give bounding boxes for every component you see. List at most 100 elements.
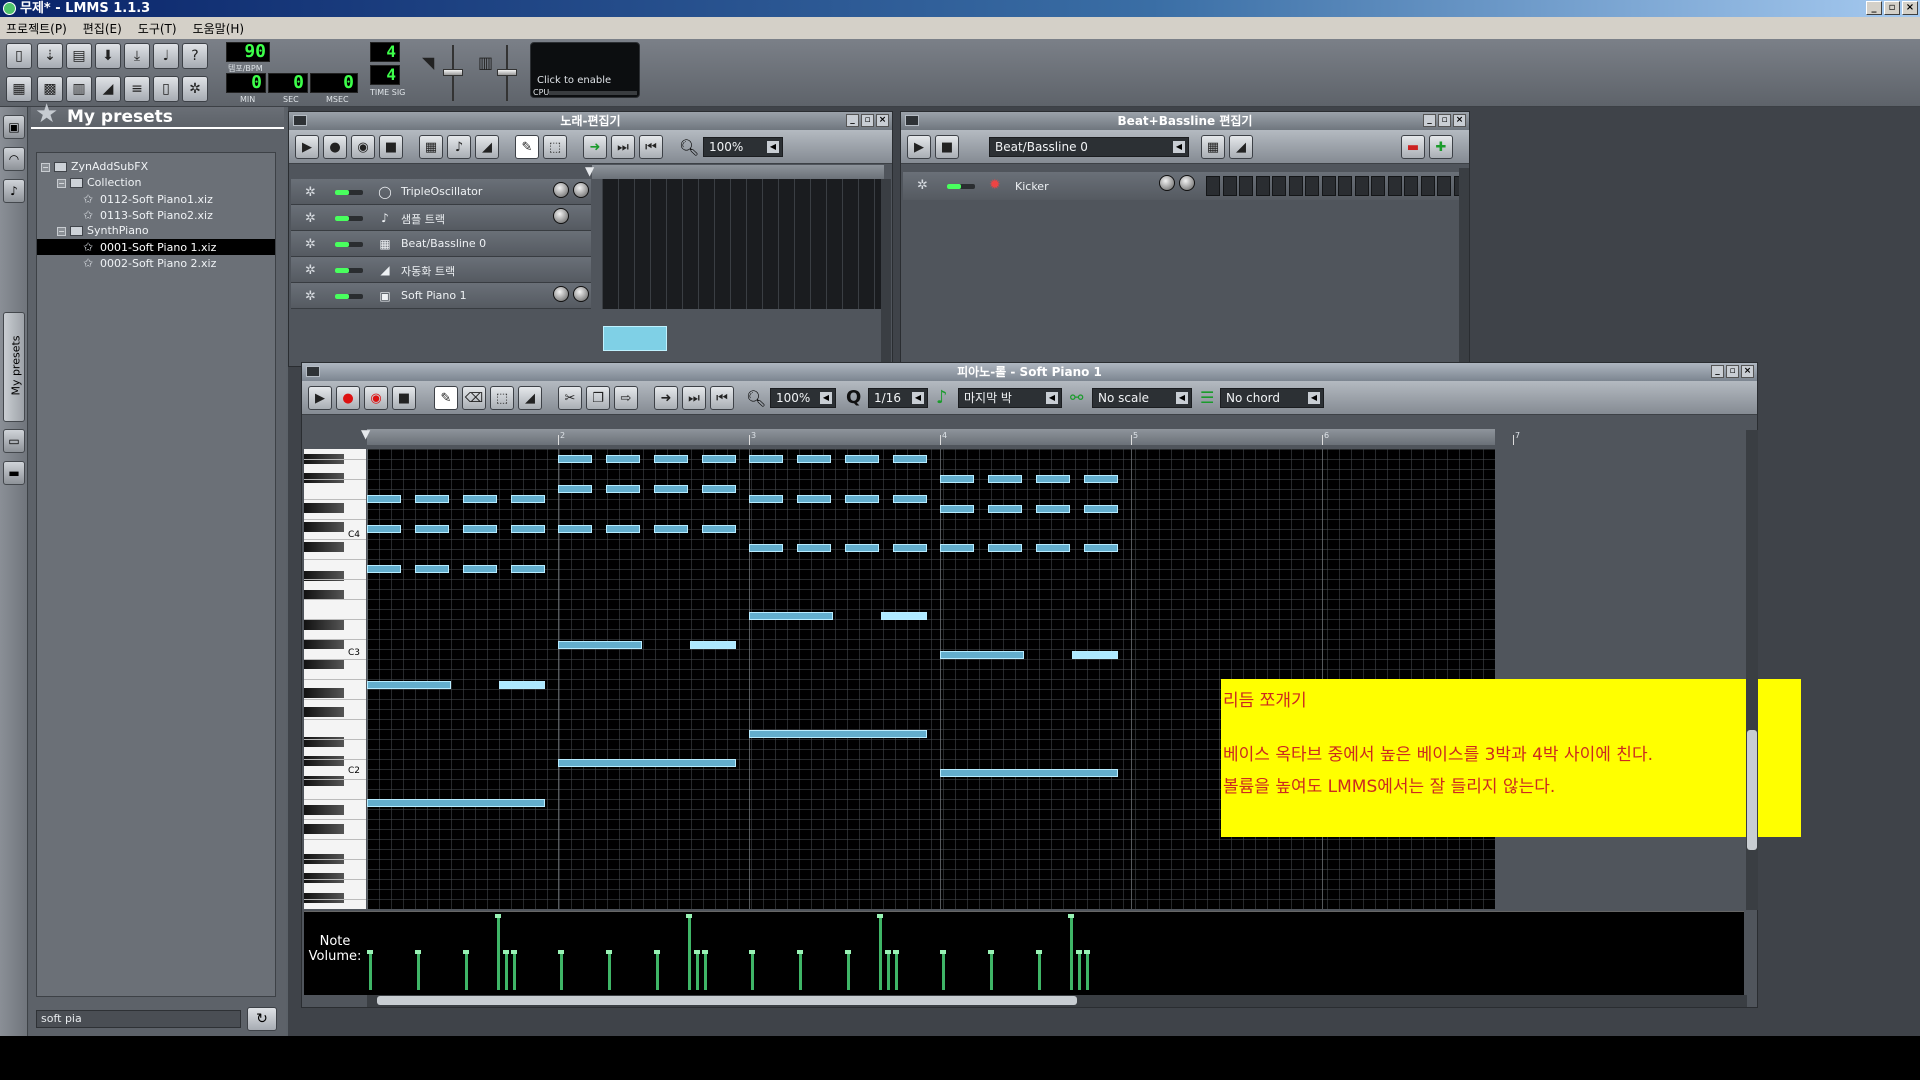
piano-note[interactable] (845, 544, 879, 552)
panning-knob[interactable] (573, 286, 589, 302)
draw-mode-button[interactable]: ✎ (515, 135, 539, 159)
note-volume-bar[interactable] (1084, 950, 1090, 990)
song-editor-titlebar[interactable]: 노래-편집기 _ ▫ × (289, 112, 892, 130)
whats-this-button[interactable]: ? (182, 43, 208, 69)
bb-step-button[interactable] (1255, 176, 1270, 196)
master-pitch-handle[interactable] (497, 69, 517, 76)
menu-edit[interactable]: 편집(E) (83, 20, 122, 37)
piano-note[interactable] (893, 544, 927, 552)
bb-editor-titlebar[interactable]: Beat+Bassline 편집기 _ ▫ × (901, 112, 1469, 130)
note-volume-bar[interactable] (463, 950, 469, 990)
track-clip-area[interactable] (602, 231, 882, 257)
mute-led[interactable] (335, 216, 363, 221)
piano-note[interactable] (749, 495, 783, 503)
piano-note[interactable] (367, 495, 401, 503)
piano-note[interactable] (940, 769, 1118, 777)
collapse-icon[interactable]: − (57, 226, 66, 236)
note-volume-bar[interactable] (702, 950, 708, 990)
track-settings-gear-icon[interactable]: ✲ (305, 211, 316, 226)
piano-note[interactable] (690, 641, 736, 649)
piano-note[interactable] (1036, 544, 1070, 552)
bb-step-button[interactable] (1206, 176, 1220, 196)
time-sig-numerator[interactable]: 4 (370, 42, 400, 62)
piano-note[interactable] (940, 505, 974, 513)
note-volume-bar[interactable] (558, 950, 564, 990)
piano-note[interactable] (988, 475, 1022, 483)
note-volume-bar[interactable] (797, 950, 803, 990)
piano-note[interactable] (558, 455, 592, 463)
fx-mixer-toggle[interactable]: ≡ (124, 76, 150, 102)
mute-led[interactable] (947, 184, 975, 189)
bb-step-button[interactable] (1387, 176, 1402, 196)
bb-step-button[interactable] (1321, 176, 1336, 196)
piano-note[interactable] (463, 565, 497, 573)
maximize-button[interactable]: ▫ (1438, 114, 1451, 127)
pr-stop-button[interactable]: ■ (392, 386, 416, 410)
piano-note[interactable] (654, 525, 688, 533)
bb-step-button[interactable] (1272, 176, 1286, 196)
track-name[interactable]: 샘플 트랙 (401, 211, 445, 227)
close-button[interactable]: × (1741, 365, 1754, 378)
root-tab[interactable]: ▬ (3, 461, 25, 485)
track-name[interactable]: Soft Piano 1 (401, 289, 467, 302)
panning-knob[interactable] (1179, 175, 1195, 191)
collapse-icon[interactable]: − (57, 178, 66, 188)
song-track-row[interactable]: ✲ ♪ 샘플 트랙 (291, 205, 591, 231)
tree-item[interactable]: − SynthPiano (57, 223, 149, 239)
piano-note[interactable] (940, 651, 1024, 659)
piano-black-key[interactable] (304, 503, 344, 513)
volume-knob[interactable] (553, 286, 569, 302)
mute-led[interactable] (335, 242, 363, 247)
play-button[interactable]: ▶ (295, 135, 319, 159)
minimize-button[interactable]: _ (1711, 365, 1724, 378)
loop-points-button[interactable]: ⏭ (611, 135, 635, 159)
open-project-button[interactable]: ▤ (66, 43, 92, 69)
add-beat-bassline-button[interactable]: ▦ (1201, 135, 1225, 159)
piano-note[interactable] (940, 475, 974, 483)
close-button[interactable]: × (876, 114, 889, 127)
piano-roll-vscroll[interactable] (1746, 430, 1758, 910)
add-automation-track-button[interactable]: ◢ (475, 135, 499, 159)
piano-note[interactable] (415, 565, 449, 573)
record-button[interactable]: ● (323, 135, 347, 159)
piano-black-key[interactable] (304, 893, 344, 903)
piano-note[interactable] (702, 485, 736, 493)
piano-black-key[interactable] (304, 776, 344, 786)
piano-note[interactable] (558, 759, 736, 767)
copy-button[interactable]: ❐ (586, 386, 610, 410)
piano-black-key[interactable] (304, 707, 344, 717)
note-volume-bar[interactable] (1068, 914, 1074, 990)
playhead-marker-icon[interactable]: ▼ (585, 164, 594, 178)
piano-note[interactable] (845, 495, 879, 503)
add-sample-track-button[interactable]: ♪ (447, 135, 471, 159)
piano-note[interactable] (558, 641, 642, 649)
menu-project[interactable]: 프로젝트(P) (6, 20, 67, 37)
master-volume-handle[interactable] (443, 69, 463, 76)
edit-mode-button[interactable]: ⬚ (543, 135, 567, 159)
track-clip-area[interactable] (602, 283, 882, 309)
piano-note[interactable] (1036, 475, 1070, 483)
bb-step-button[interactable] (1338, 176, 1352, 196)
my-presets-tab[interactable]: My presets (3, 312, 25, 422)
bb-track-row[interactable]: ✲ ✹ Kicker (903, 172, 1469, 200)
pr-select-mode-button[interactable]: ⬚ (490, 386, 514, 410)
track-settings-gear-icon[interactable]: ✲ (305, 289, 316, 304)
instrument-plugins-tab[interactable]: ▣ (3, 115, 25, 139)
stop-button[interactable]: ■ (379, 135, 403, 159)
piano-note[interactable] (797, 544, 831, 552)
piano-note[interactable] (797, 455, 831, 463)
piano-black-key[interactable] (304, 873, 344, 883)
volume-knob[interactable] (1159, 175, 1175, 191)
new-from-template-button[interactable]: ⇣ (37, 43, 63, 69)
pattern-clip[interactable] (603, 326, 667, 351)
note-volume-bar[interactable] (367, 950, 373, 990)
note-volume-bar[interactable] (893, 950, 899, 990)
pr-detune-mode-button[interactable]: ◢ (518, 386, 542, 410)
pr-play-button[interactable]: ▶ (308, 386, 332, 410)
maximize-button[interactable]: ▫ (861, 114, 874, 127)
song-editor-toggle[interactable]: ▦ (6, 76, 32, 102)
bb-step-button[interactable] (1354, 176, 1369, 196)
piano-roll-toggle[interactable]: ▥ (66, 76, 92, 102)
piano-note[interactable] (749, 544, 783, 552)
song-track-row[interactable]: ✲ ▦ Beat/Bassline 0 (291, 231, 591, 257)
